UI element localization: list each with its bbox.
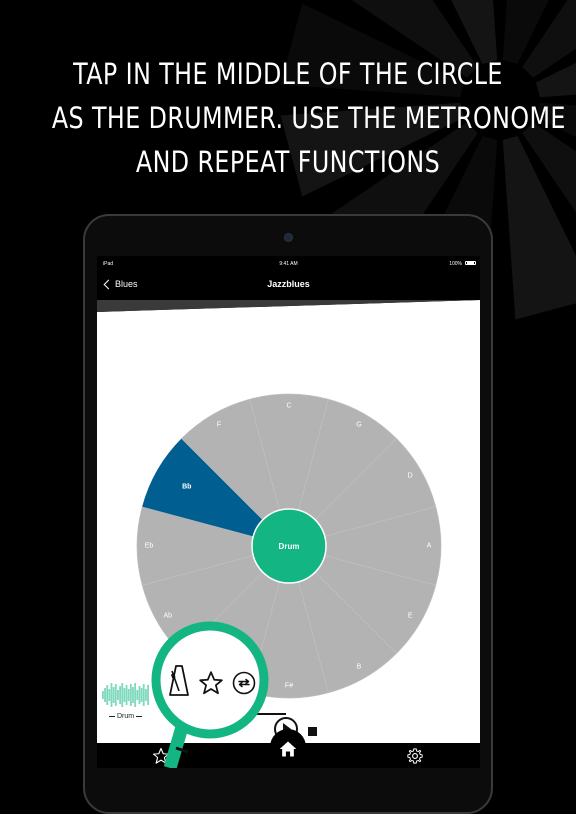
tab-settings[interactable] (395, 743, 435, 768)
waveform-bar (110, 683, 113, 707)
camera-dot (284, 233, 293, 242)
tab-favorites[interactable] (141, 743, 181, 768)
drum-center-label: Drum (278, 541, 300, 551)
track-label: Drum (102, 713, 149, 720)
headline: TAP IN THE MIDDLE OF THE CIRCLE AS THE D… (51, 52, 566, 184)
waveform-bar (106, 685, 109, 705)
waveform-bar (114, 684, 117, 706)
status-bar: iPad 9:41 AM 100% (97, 256, 480, 270)
status-time: 9:41 AM (279, 261, 298, 267)
note-label-b: B (356, 663, 362, 671)
status-battery-text: 100% (449, 261, 462, 267)
favorite-button[interactable] (198, 670, 224, 696)
star-icon (152, 747, 170, 764)
metronome-icon (169, 665, 189, 696)
note-label-f-sharp: F# (284, 682, 294, 690)
waveform-bar (129, 684, 132, 706)
magnified-controls (150, 626, 270, 736)
waveform-bar (117, 690, 119, 700)
waveform-bar (138, 686, 141, 704)
note-label-bb: Bb (182, 483, 192, 491)
drum-center-button[interactable]: Drum (252, 519, 326, 573)
note-label-a: A (426, 542, 432, 550)
star-icon (199, 671, 223, 695)
waveform-bar (119, 686, 121, 704)
note-label-d: D (407, 472, 413, 480)
page-title: Jazzblues (267, 279, 310, 289)
metronome-button[interactable] (168, 664, 190, 698)
tab-home[interactable] (270, 731, 306, 767)
note-label-e: E (407, 612, 413, 620)
waveform-bar (112, 687, 115, 703)
waveform-bar (134, 683, 137, 707)
note-label-eb: Eb (144, 542, 154, 550)
note-label-f: F (216, 421, 222, 429)
note-label-ab: Ab (163, 612, 173, 620)
navigation-bar: Blues Jazzblues (97, 270, 480, 300)
waveform-bar (127, 689, 130, 701)
waveform-bar (140, 688, 143, 702)
headline-line-2: AS THE DRUMMER. USE THE METRONOME (51, 101, 566, 135)
headline-line-3: AND REPEAT FUNCTIONS (135, 145, 441, 179)
waveform-bar (108, 689, 111, 701)
waveform-bar (147, 685, 149, 705)
stop-button[interactable] (307, 723, 319, 736)
note-label-c: C (286, 402, 292, 410)
waveform-bar (121, 683, 124, 707)
waveform-bar (125, 685, 128, 705)
note-label-g: G (356, 421, 362, 429)
gear-icon (407, 747, 423, 764)
waveform-bar (104, 688, 106, 702)
waveform-bar (145, 689, 147, 701)
home-icon (279, 741, 297, 757)
waveform-bar (123, 688, 126, 702)
waveform-bar (136, 690, 139, 700)
waveform-bar (102, 691, 104, 699)
waveform-bar (132, 687, 134, 703)
battery-icon (465, 261, 476, 265)
header-wedge (97, 300, 480, 317)
repeat-button[interactable] (232, 671, 256, 695)
drum-waveform[interactable] (102, 682, 149, 708)
headline-line-1: TAP IN THE MIDDLE OF THE CIRCLE (73, 57, 503, 91)
waveform-bar (142, 684, 145, 706)
stop-icon (308, 727, 317, 736)
repeat-icon (232, 671, 256, 695)
